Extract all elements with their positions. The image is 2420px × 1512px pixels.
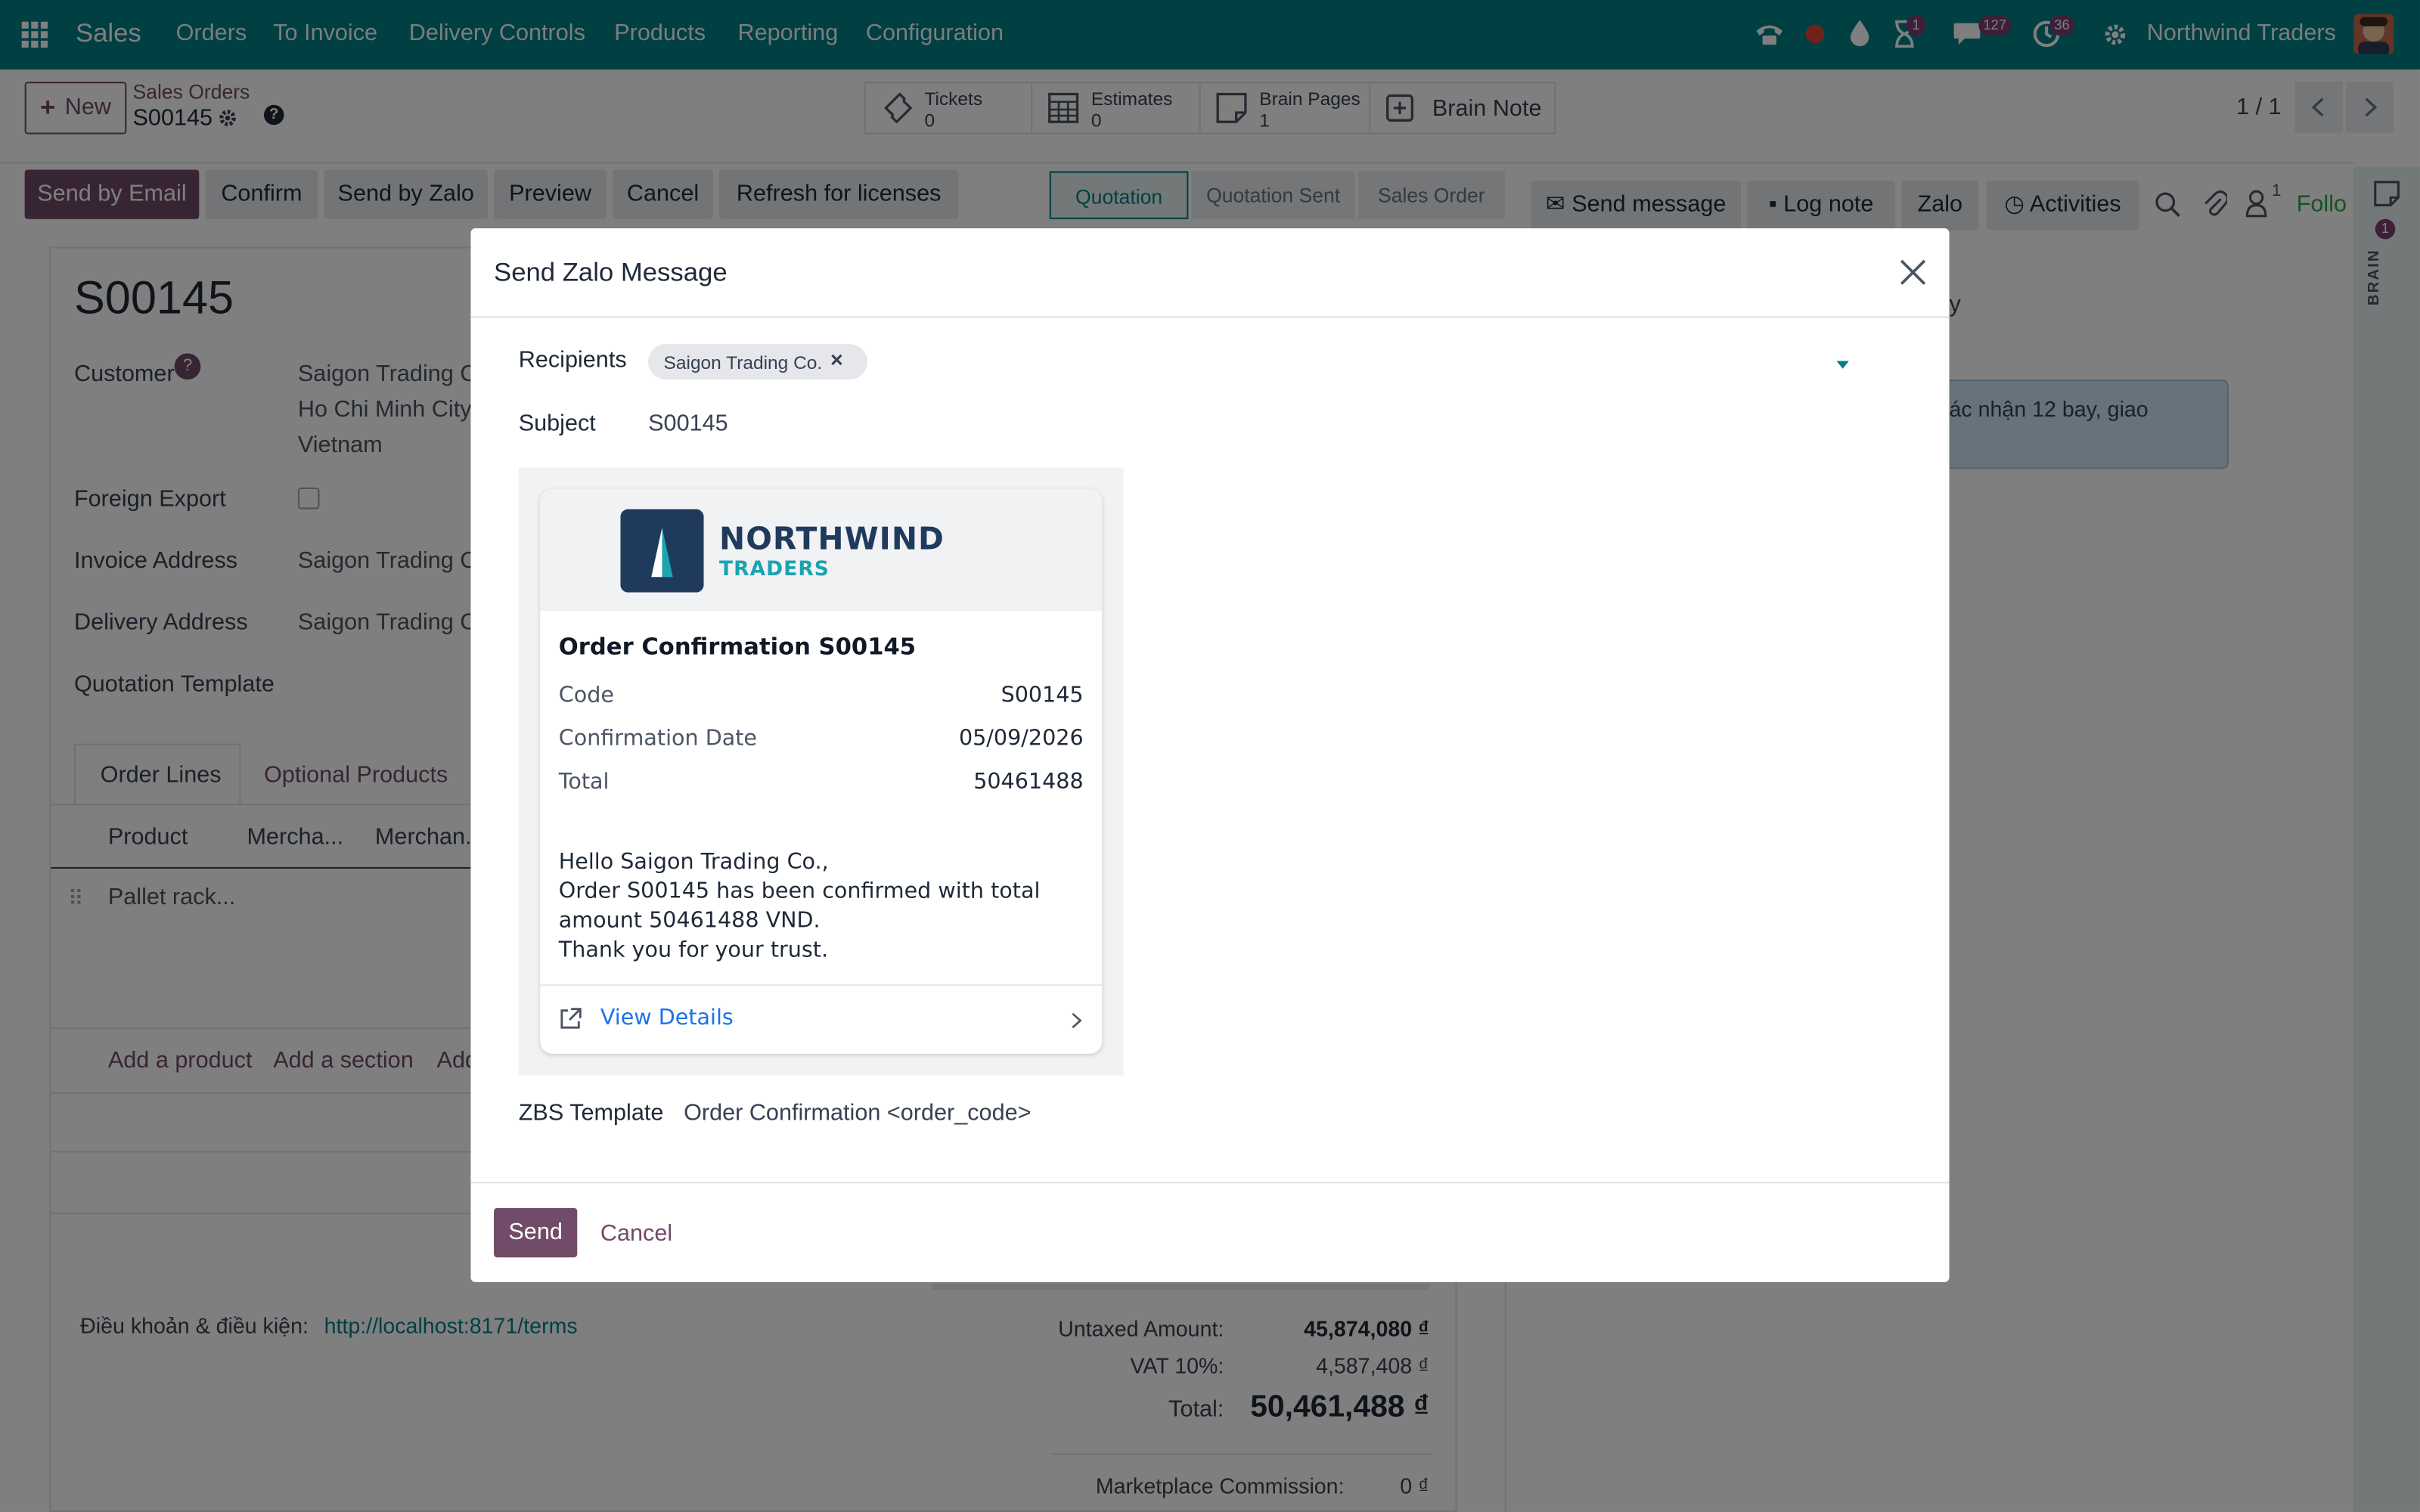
card-message: Hello Saigon Trading Co., Order S00145 h… [559, 848, 1084, 965]
message-line-3: amount 50461488 VND. [558, 909, 821, 934]
message-line-4: Thank you for your trust. [558, 937, 829, 963]
dialog-footer: Send Cancel [470, 1182, 1950, 1282]
chevron-right-small-icon [1072, 1012, 1082, 1029]
zalo-message-card: NORTHWIND TRADERS Order Confirmation S00… [540, 488, 1103, 1054]
message-preview: NORTHWIND TRADERS Order Confirmation S00… [518, 467, 1124, 1076]
send-button[interactable]: Send [494, 1207, 578, 1258]
subject-input[interactable]: S00145 [648, 411, 728, 437]
dialog-title: Send Zalo Message [494, 257, 728, 287]
dialog-header: Send Zalo Message [470, 228, 1950, 318]
logo-text-sub: TRADERS [719, 558, 830, 582]
row-total-label: Total [558, 770, 610, 795]
card-title: Order Confirmation S00145 [558, 632, 917, 661]
view-details-button[interactable]: View Details [540, 986, 1102, 1054]
northwind-logo-icon [620, 509, 704, 593]
message-line-1: Hello Saigon Trading Co., [558, 850, 829, 875]
recipients-label: Recipients [518, 347, 627, 373]
recipient-tag-label: Saigon Trading Co. [663, 352, 823, 373]
row-code-label: Code [558, 683, 614, 708]
recipient-remove-icon[interactable]: × [830, 347, 843, 372]
zbs-template-value[interactable]: Order Confirmation <order_code> [684, 1100, 1031, 1126]
close-icon[interactable] [1900, 259, 1926, 286]
dialog-cancel-button[interactable]: Cancel [600, 1220, 672, 1247]
zbs-template-label: ZBS Template [518, 1100, 664, 1126]
send-zalo-dialog: Send Zalo Message Recipients Saigon Trad… [470, 228, 1950, 1282]
row-code-value: S00145 [1001, 683, 1084, 708]
subject-label: Subject [518, 410, 596, 437]
recipients-dropdown-icon[interactable] [1836, 361, 1849, 369]
view-details-label: View Details [600, 1005, 734, 1031]
recipient-tag: Saigon Trading Co. × [648, 344, 867, 380]
external-link-icon [560, 1008, 582, 1029]
row-date-value: 05/09/2026 [958, 727, 1084, 751]
logo-text-main: NORTHWIND [719, 519, 945, 557]
recipients-input[interactable] [648, 384, 1895, 386]
row-date-label: Confirmation Date [558, 727, 758, 751]
card-logo-area: NORTHWIND TRADERS [540, 488, 1103, 612]
message-line-2: Order S00145 has been confirmed with tot… [558, 879, 1041, 904]
row-total-value: 50461488 [973, 770, 1084, 795]
